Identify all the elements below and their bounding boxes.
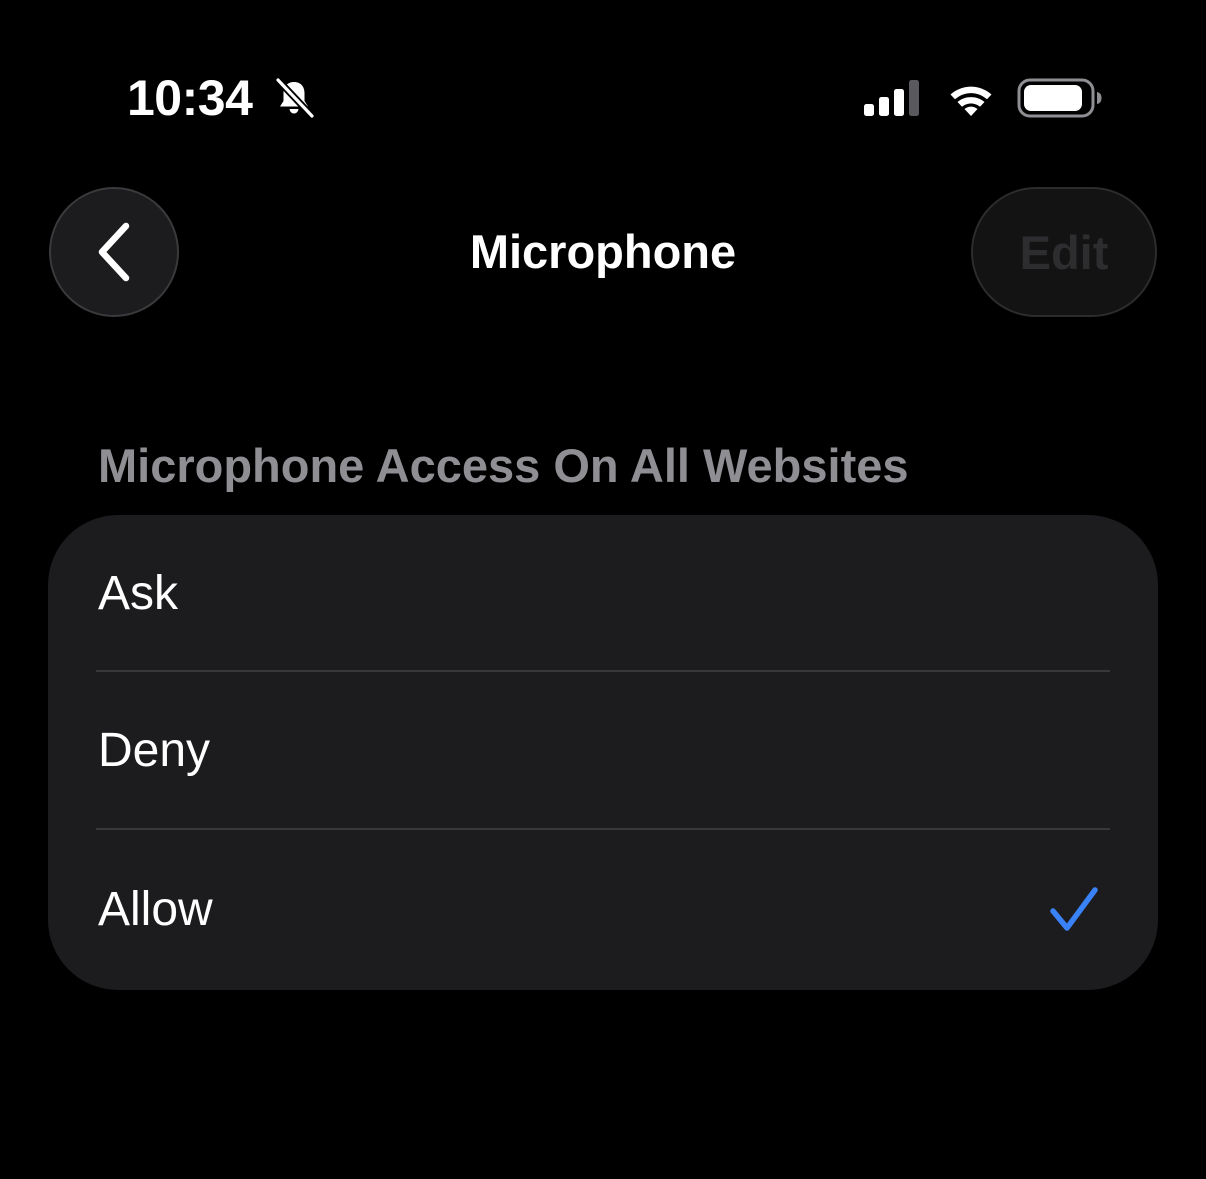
option-label: Deny (98, 724, 211, 777)
bell-slash-icon (274, 76, 316, 120)
page-title: Microphone (469, 225, 737, 278)
back-button[interactable] (49, 187, 179, 317)
option-label: Ask (98, 566, 179, 620)
status-bar: 10:34 (0, 0, 1206, 190)
battery-icon (1017, 78, 1102, 118)
access-options-list: Ask Deny Allow (48, 515, 1158, 990)
section-header: Microphone Access On All Websites (98, 439, 909, 492)
chevron-left-icon (98, 222, 130, 282)
checkmark-icon (1050, 887, 1098, 931)
option-deny[interactable]: Deny (48, 672, 1158, 830)
option-ask[interactable]: Ask (48, 515, 1158, 672)
wifi-icon (950, 86, 992, 116)
edit-button[interactable]: Edit (971, 187, 1157, 317)
cellular-signal-icon (864, 80, 919, 116)
settings-screen: 10:34 Microphone Edit Microphone Access … (0, 0, 1206, 1179)
status-time: 10:34 (127, 70, 253, 126)
option-allow[interactable]: Allow (48, 830, 1158, 990)
option-label: Allow (98, 883, 213, 936)
